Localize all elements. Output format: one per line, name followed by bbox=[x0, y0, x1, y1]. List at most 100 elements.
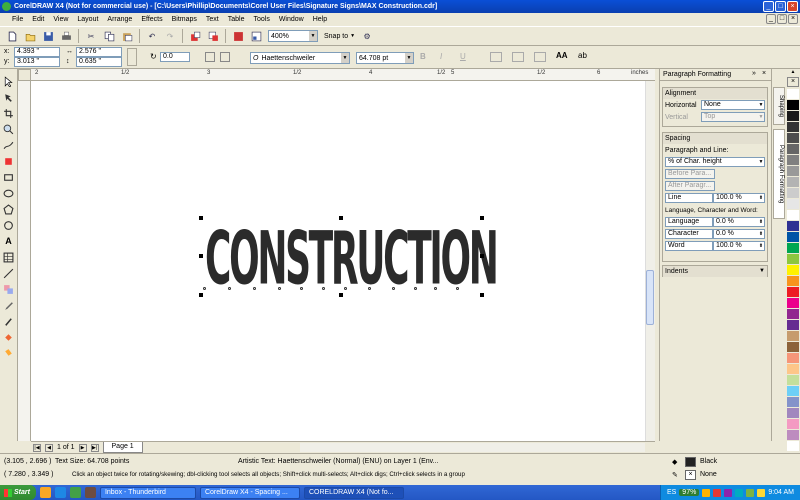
color-swatch[interactable] bbox=[787, 199, 799, 210]
selection-handle[interactable] bbox=[339, 216, 343, 220]
battery-indicator[interactable]: 97% bbox=[679, 489, 700, 496]
open-icon[interactable] bbox=[24, 30, 36, 42]
color-swatch[interactable] bbox=[787, 397, 799, 408]
color-swatch[interactable] bbox=[787, 331, 799, 342]
selection-handle[interactable] bbox=[480, 293, 484, 297]
vertical-scrollbar[interactable] bbox=[645, 81, 655, 441]
interactive-fill-tool-icon[interactable] bbox=[2, 347, 15, 359]
rectangle-tool-icon[interactable] bbox=[2, 171, 15, 183]
character-node[interactable] bbox=[300, 287, 303, 290]
width-input[interactable]: 2.576 " bbox=[76, 47, 122, 57]
doc-restore-button[interactable]: □ bbox=[777, 14, 787, 24]
language-indicator[interactable]: ES bbox=[667, 489, 676, 496]
menu-effects[interactable]: Effects bbox=[141, 13, 162, 26]
close-button[interactable]: × bbox=[787, 1, 798, 12]
docker-close-icon[interactable]: × bbox=[762, 70, 766, 77]
menu-tools[interactable]: Tools bbox=[253, 13, 269, 26]
quicklaunch-explorer-icon[interactable] bbox=[39, 487, 51, 498]
menu-file[interactable]: File bbox=[12, 13, 23, 26]
doc-close-button[interactable]: × bbox=[788, 14, 798, 24]
mirror-vertical-icon[interactable] bbox=[220, 52, 230, 62]
snap-to-button[interactable]: Snap to ▼ bbox=[324, 33, 355, 40]
color-swatch[interactable] bbox=[787, 188, 799, 199]
bullet-icon[interactable] bbox=[512, 52, 524, 62]
menu-window[interactable]: Window bbox=[279, 13, 304, 26]
bold-icon[interactable]: B bbox=[420, 52, 426, 61]
crop-tool-icon[interactable] bbox=[2, 107, 15, 119]
underline-icon[interactable]: U bbox=[460, 52, 466, 61]
selection-handle[interactable] bbox=[199, 254, 203, 258]
y-position-input[interactable]: 3.013 " bbox=[14, 57, 60, 67]
color-swatch[interactable] bbox=[787, 155, 799, 166]
freehand-tool-icon[interactable] bbox=[2, 139, 15, 151]
last-page-button[interactable]: ▶| bbox=[90, 443, 99, 452]
shape-tool-icon[interactable] bbox=[2, 91, 15, 103]
height-input[interactable]: 0.635 " bbox=[76, 57, 122, 67]
character-node[interactable] bbox=[368, 287, 371, 290]
vertical-select[interactable]: Top ▼ bbox=[701, 112, 765, 122]
vertical-scroll-thumb[interactable] bbox=[646, 270, 654, 325]
text-tool-icon[interactable]: A bbox=[2, 235, 15, 247]
color-swatch[interactable] bbox=[787, 353, 799, 364]
color-swatch[interactable] bbox=[787, 309, 799, 320]
start-button[interactable]: Start bbox=[0, 485, 36, 500]
color-swatch[interactable] bbox=[787, 430, 799, 441]
tray-update-icon[interactable] bbox=[735, 488, 744, 497]
horizontal-scrollbar[interactable] bbox=[300, 443, 645, 452]
polygon-tool-icon[interactable] bbox=[2, 203, 15, 215]
quicklaunch-ie-icon[interactable] bbox=[54, 487, 66, 498]
fill-tool-icon[interactable] bbox=[2, 331, 15, 343]
doc-minimize-button[interactable]: _ bbox=[766, 14, 776, 24]
save-icon[interactable] bbox=[42, 30, 54, 42]
table-tool-icon[interactable] bbox=[2, 251, 15, 263]
docker-tab-paragraph[interactable]: Paragraph Formatting bbox=[773, 129, 785, 219]
color-swatch[interactable] bbox=[787, 232, 799, 243]
horizontal-ruler[interactable]: 2 1/2 3 1/2 4 1/2 5 1/2 6 inches bbox=[31, 69, 655, 81]
color-swatch[interactable] bbox=[787, 144, 799, 155]
angle-input[interactable]: 0.0 bbox=[160, 52, 190, 62]
character-node[interactable] bbox=[344, 287, 347, 290]
character-node[interactable] bbox=[253, 287, 256, 290]
zoom-level-select[interactable]: 400% ▼ bbox=[268, 30, 318, 42]
palette-scroll-up-icon[interactable]: ▲ bbox=[786, 69, 800, 77]
color-swatch[interactable] bbox=[787, 364, 799, 375]
first-page-button[interactable]: |◀ bbox=[33, 443, 41, 452]
color-swatch[interactable] bbox=[787, 177, 799, 188]
after-paragraph-input[interactable]: After Paragr... bbox=[665, 181, 715, 191]
menu-help[interactable]: Help bbox=[313, 13, 327, 26]
clock[interactable]: 9:04 AM bbox=[768, 489, 794, 496]
undo-icon[interactable]: ↶ bbox=[146, 30, 158, 42]
basic-shapes-tool-icon[interactable] bbox=[2, 219, 15, 231]
font-size-select[interactable]: 64.708 pt ▼ bbox=[356, 52, 414, 64]
tray-app-icon[interactable] bbox=[724, 488, 733, 497]
outline-tool-icon[interactable] bbox=[2, 315, 15, 327]
character-node[interactable] bbox=[434, 287, 437, 290]
selection-handle[interactable] bbox=[480, 216, 484, 220]
cut-icon[interactable]: ✂ bbox=[85, 30, 97, 42]
color-swatch[interactable] bbox=[787, 298, 799, 309]
color-swatch[interactable] bbox=[787, 166, 799, 177]
character-node[interactable] bbox=[203, 287, 206, 290]
spinner-icon[interactable]: ⬍ bbox=[758, 194, 764, 202]
task-coreldraw-spacing[interactable]: CorelDraw X4 - Spacing ... bbox=[199, 486, 300, 499]
zoom-tool-icon[interactable] bbox=[2, 123, 15, 135]
tray-security-icon[interactable] bbox=[713, 488, 722, 497]
language-spacing-input[interactable]: 0.0 % ⬍ bbox=[713, 217, 765, 227]
page-tab[interactable]: Page 1 bbox=[102, 442, 143, 453]
ellipse-tool-icon[interactable] bbox=[2, 187, 15, 199]
selection-handle[interactable] bbox=[480, 254, 484, 258]
color-swatch[interactable] bbox=[787, 89, 799, 100]
align-icon[interactable] bbox=[490, 52, 502, 62]
prev-page-button[interactable]: ◀ bbox=[45, 443, 53, 452]
color-swatch[interactable] bbox=[787, 243, 799, 254]
color-swatch[interactable] bbox=[787, 287, 799, 298]
options-icon[interactable]: ⚙ bbox=[361, 30, 373, 42]
color-swatch[interactable] bbox=[787, 386, 799, 397]
color-swatch[interactable] bbox=[787, 419, 799, 430]
font-list-select[interactable]: O Haettenschweiler ▼ bbox=[250, 52, 350, 64]
menu-view[interactable]: View bbox=[53, 13, 68, 26]
next-page-button[interactable]: ▶ bbox=[78, 443, 87, 452]
pick-tool-icon[interactable] bbox=[2, 75, 15, 87]
alignment-header[interactable]: Alignment bbox=[663, 88, 767, 99]
spacing-header[interactable]: Spacing bbox=[663, 133, 767, 144]
